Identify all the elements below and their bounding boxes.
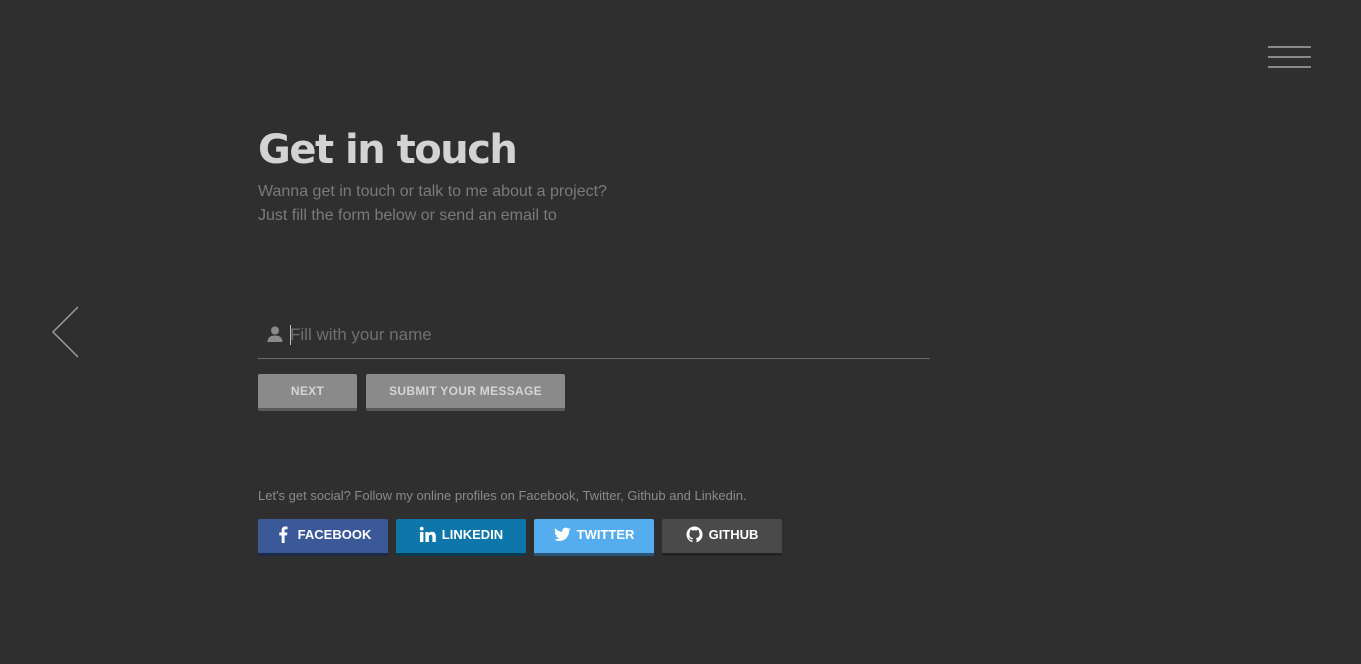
github-label: GITHUB [708, 527, 759, 542]
next-button[interactable]: NEXT [258, 374, 357, 411]
github-icon [686, 526, 703, 543]
contact-page: Get in touch Wanna get in touch or talk … [0, 0, 1361, 664]
facebook-icon [278, 526, 288, 543]
menu-bar-bottom [1268, 66, 1311, 68]
linkedin-button[interactable]: LINKEDIN [396, 519, 526, 556]
social-intro-text: Let's get social? Follow my online profi… [258, 488, 747, 503]
hamburger-menu-icon[interactable] [1268, 45, 1312, 71]
page-title: Get in touch [258, 127, 518, 173]
linkedin-label: LINKEDIN [441, 527, 504, 542]
menu-bar-middle [1268, 56, 1311, 58]
name-field [258, 314, 930, 359]
subtitle-line-2: Just fill the form below or send an emai… [258, 207, 557, 224]
chevron-left-icon[interactable] [50, 305, 82, 361]
submit-message-button[interactable]: SUBMIT YOUR MESSAGE [366, 374, 565, 411]
twitter-icon [553, 527, 571, 541]
facebook-button[interactable]: FACEBOOK [258, 519, 388, 556]
linkedin-icon [419, 526, 436, 542]
facebook-label: FACEBOOK [297, 527, 372, 542]
twitter-button[interactable]: TWITTER [534, 519, 654, 556]
menu-bar-top [1268, 46, 1311, 48]
page-subtitle: Wanna get in touch or talk to me about a… [258, 180, 607, 228]
subtitle-line-1: Wanna get in touch or talk to me about a… [258, 183, 607, 200]
name-input[interactable] [290, 320, 910, 350]
user-icon [266, 325, 284, 343]
text-caret [290, 325, 291, 345]
twitter-label: TWITTER [576, 527, 635, 542]
github-button[interactable]: GITHUB [662, 519, 782, 556]
